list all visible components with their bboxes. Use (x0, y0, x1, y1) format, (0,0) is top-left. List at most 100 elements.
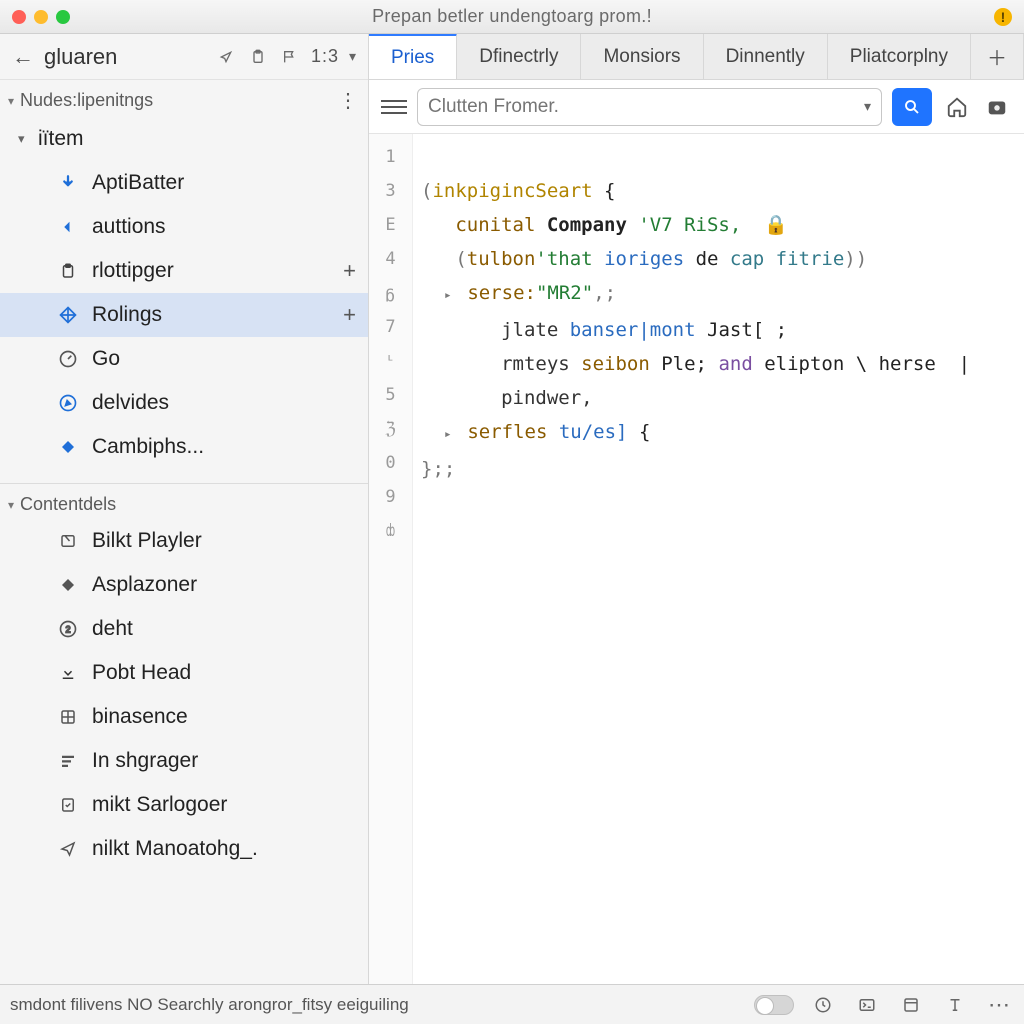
tree-item-go[interactable]: Go (0, 337, 368, 381)
close-window-button[interactable] (12, 10, 26, 24)
grid-icon (56, 705, 80, 729)
tree-item-shgrager[interactable]: In shgrager (0, 739, 368, 783)
camera-icon[interactable] (982, 92, 1012, 122)
layout-icon[interactable] (896, 990, 926, 1020)
text-icon[interactable] (940, 990, 970, 1020)
tree-label: auttions (92, 215, 166, 239)
chevron-down-icon[interactable]: ▾ (864, 98, 871, 115)
tree-label: Cambiphs... (92, 435, 204, 459)
disclosure-icon: ▾ (8, 498, 14, 512)
tree-item-deht[interactable]: 2 deht (0, 607, 368, 651)
tab-dinnently[interactable]: Dinnently (704, 34, 828, 79)
editor-tabs: Pries Dfinectrly Monsiors Dinnently Plia… (369, 34, 1024, 80)
sidebar-header: ← gluaren 1:3 ▾ (0, 34, 368, 80)
tree-root-item[interactable]: iïtem (0, 117, 368, 161)
tree-label: AptiBatter (92, 171, 184, 195)
tree-item-bilkt[interactable]: Bilkt Playler (0, 519, 368, 563)
window-controls (12, 10, 70, 24)
tab-add-button[interactable]: ＋ (971, 34, 1024, 79)
tab-dfinectrly[interactable]: Dfinectrly (457, 34, 581, 79)
status-bar: smdont filivens NO Searchly arongror_fit… (0, 984, 1024, 1024)
back-icon[interactable]: ← (12, 44, 34, 70)
tree-label: Asplazoner (92, 573, 197, 597)
line-col-badge: 1:3 (311, 46, 339, 67)
tree-item-rlottipger[interactable]: rlottipger + (0, 249, 368, 293)
window-titlebar: Prepan betler undengtoarg prom.! ! (0, 0, 1024, 34)
tree-label: Rolings (92, 303, 162, 327)
search-field[interactable]: ▾ (417, 88, 882, 126)
editor-toolbar: ▾ (369, 80, 1024, 134)
section-header-nudes[interactable]: ▾ Nudes:lipenitngs ⋮ (0, 80, 368, 117)
disclosure-icon: ▾ (8, 94, 14, 108)
gauge-icon (56, 347, 80, 371)
warning-badge-icon[interactable]: ! (994, 8, 1012, 26)
code-area[interactable]: 13E 4ᵷ7 ᶫ5ℨ 09ȸ (inkpigincSeart { cunita… (369, 134, 1024, 984)
zoom-window-button[interactable] (56, 10, 70, 24)
diamond-icon (56, 303, 80, 327)
list-icon[interactable] (381, 100, 407, 114)
more-icon[interactable]: ⋯ (984, 990, 1014, 1020)
arrow-left-icon (56, 215, 80, 239)
tree-label: Go (92, 347, 120, 371)
chevron-down-icon[interactable]: ▾ (349, 48, 356, 65)
tree-section-2: Bilkt Playler Asplazoner 2 deht Pobt Hea… (0, 519, 368, 879)
tab-label: Pries (391, 47, 434, 69)
tab-pries[interactable]: Pries (369, 33, 457, 79)
diamond-solid-icon (56, 435, 80, 459)
tree-item-aptibatter[interactable]: AptiBatter (0, 161, 368, 205)
tree-item-rolings[interactable]: Rolings + (0, 293, 368, 337)
bars-icon (56, 749, 80, 773)
tree-label: nilkt Manoatohg_. (92, 837, 258, 861)
clipboard-icon[interactable] (247, 46, 269, 68)
search-button[interactable] (892, 88, 932, 126)
toggle-switch[interactable] (754, 995, 794, 1015)
arrow-down-icon (56, 171, 80, 195)
window-title: Prepan betler undengtoarg prom.! (0, 6, 1024, 27)
tab-pliatcorplny[interactable]: Pliatcorplny (828, 34, 971, 79)
tree-item-auttions[interactable]: auttions (0, 205, 368, 249)
tree-label: mikt Sarlogoer (92, 793, 227, 817)
add-icon[interactable]: + (343, 258, 356, 284)
section-title: Nudes:lipenitngs (20, 90, 153, 111)
locate-icon[interactable] (215, 46, 237, 68)
tab-label: Monsiors (603, 46, 680, 68)
flag-icon[interactable] (279, 46, 301, 68)
section-divider (0, 483, 368, 484)
project-sidebar: ← gluaren 1:3 ▾ ▾ Nudes:lipenitngs ⋮ iït… (0, 34, 369, 984)
tree-label: Pobt Head (92, 661, 191, 685)
download-icon (56, 661, 80, 685)
terminal-icon[interactable] (852, 990, 882, 1020)
code-text[interactable]: (inkpigincSeart { cunital Company 'V7 Ri… (413, 134, 1024, 984)
section-header-contentdels[interactable]: ▾ Contentdels (0, 486, 368, 519)
status-text: smdont filivens NO Searchly arongror_fit… (10, 995, 409, 1015)
tab-label: Dfinectrly (479, 46, 558, 68)
search-input[interactable] (428, 96, 864, 118)
tree-label: iïtem (38, 127, 84, 151)
home-icon[interactable] (942, 92, 972, 122)
tree-label: In shgrager (92, 749, 198, 773)
tree-label: deht (92, 617, 133, 641)
tree-item-cambiphs[interactable]: Cambiphs... (0, 425, 368, 469)
kebab-menu-icon[interactable]: ⋮ (338, 88, 358, 113)
tree-item-sarlogoer[interactable]: mikt Sarlogoer (0, 783, 368, 827)
tree-item-pobt[interactable]: Pobt Head (0, 651, 368, 695)
breadcrumb[interactable]: gluaren (44, 44, 117, 70)
tree-item-asplazoner[interactable]: Asplazoner (0, 563, 368, 607)
tree-item-delvides[interactable]: delvides (0, 381, 368, 425)
tree-item-binasence[interactable]: binasence (0, 695, 368, 739)
card-icon (56, 529, 80, 553)
tree-section-1: iïtem AptiBatter auttions rlottipger + R… (0, 117, 368, 477)
section-title: Contentdels (20, 494, 116, 515)
svg-text:2: 2 (65, 624, 70, 634)
add-icon[interactable]: + (343, 302, 356, 328)
diamond-icon (56, 573, 80, 597)
number-circle-icon: 2 (56, 617, 80, 641)
compass-icon (56, 391, 80, 415)
tab-monsiors[interactable]: Monsiors (581, 34, 703, 79)
tree-label: Bilkt Playler (92, 529, 202, 553)
minimize-window-button[interactable] (34, 10, 48, 24)
clock-icon[interactable] (808, 990, 838, 1020)
send-icon (56, 837, 80, 861)
tree-item-manoatohg[interactable]: nilkt Manoatohg_. (0, 827, 368, 871)
tab-label: Dinnently (726, 46, 805, 68)
